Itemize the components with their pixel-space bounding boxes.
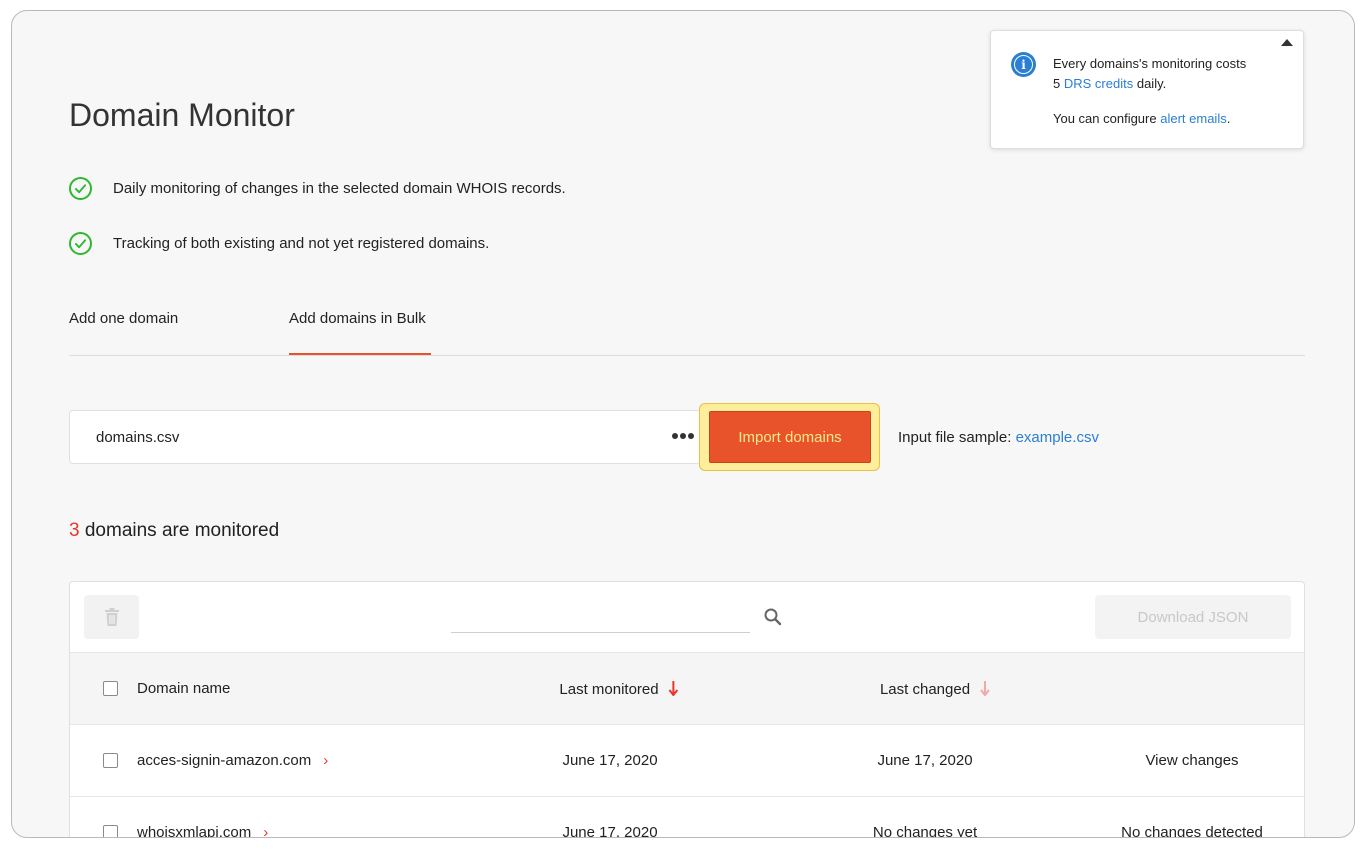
table-toolbar: Download JSON bbox=[70, 582, 1304, 653]
input-file-sample: Input file sample: example.csv bbox=[898, 429, 1099, 446]
file-name: domains.csv bbox=[96, 429, 180, 446]
feature-text: Tracking of both existing and not yet re… bbox=[113, 234, 490, 252]
file-picker[interactable]: domains.csv bbox=[69, 410, 701, 464]
sample-link[interactable]: example.csv bbox=[1016, 429, 1099, 446]
chevron-right-icon[interactable]: › bbox=[263, 824, 268, 837]
view-changes-link[interactable]: View changes bbox=[1145, 752, 1238, 769]
info-icon: i bbox=[1011, 52, 1036, 77]
sort-down-arrow-icon[interactable] bbox=[668, 680, 679, 696]
search-icon[interactable] bbox=[764, 608, 782, 626]
last-changed-cell: June 17, 2020 bbox=[877, 752, 973, 769]
table-row: whoisxmlapi.com › June 17, 2020 No change… bbox=[70, 797, 1304, 838]
header-last-changed[interactable]: Last changed bbox=[880, 680, 990, 698]
import-domains-button[interactable]: Import domains bbox=[709, 411, 871, 463]
popup-line-2: 5 DRS credits daily. bbox=[1053, 76, 1166, 91]
feature-text: Daily monitoring of changes in the selec… bbox=[113, 179, 566, 197]
credits-suffix: daily. bbox=[1136, 76, 1167, 91]
collapse-caret-icon[interactable] bbox=[1281, 39, 1293, 46]
tab-bar: Add one domain Add domains in Bulk bbox=[69, 309, 1305, 356]
domains-table: Download JSON Domain name Last monitored… bbox=[69, 581, 1305, 838]
check-circle-icon bbox=[69, 176, 92, 200]
credits-count: 5 bbox=[1053, 76, 1061, 91]
drs-credits-link[interactable]: DRS credits bbox=[1064, 76, 1133, 91]
download-json-button[interactable]: Download JSON bbox=[1095, 595, 1291, 639]
row-checkbox[interactable] bbox=[103, 753, 118, 768]
no-changes-text: No changes detected bbox=[1121, 824, 1263, 838]
info-popup: i Every domains's monitoring costs 5 DRS… bbox=[990, 30, 1304, 149]
import-highlight: Import domains bbox=[699, 403, 880, 471]
check-circle-icon bbox=[69, 231, 92, 255]
configure-text: You can configure bbox=[1053, 111, 1157, 126]
domain-name: acces-signin-amazon.com bbox=[137, 752, 312, 769]
feature-item: Daily monitoring of changes in the selec… bbox=[69, 176, 566, 200]
table-row: acces-signin-amazon.com › June 17, 2020 J… bbox=[70, 725, 1304, 797]
header-last-monitored-label: Last monitored bbox=[559, 681, 659, 698]
alert-emails-link[interactable]: alert emails bbox=[1160, 111, 1226, 126]
monitored-count: 3 domains are monitored bbox=[69, 520, 279, 542]
domain-name: whoisxmlapi.com bbox=[137, 824, 252, 838]
table-header: Domain name Last monitored Last changed bbox=[70, 653, 1304, 725]
popup-line-3: You can configure alert emails. bbox=[1053, 111, 1230, 126]
tab-add-one-domain[interactable]: Add one domain bbox=[69, 309, 178, 355]
monitored-text: domains are monitored bbox=[84, 520, 280, 541]
sort-down-arrow-icon[interactable] bbox=[980, 680, 990, 696]
header-last-monitored[interactable]: Last monitored bbox=[559, 680, 679, 698]
row-checkbox[interactable] bbox=[103, 825, 118, 837]
domain-cell[interactable]: whoisxmlapi.com › bbox=[137, 824, 268, 838]
last-monitored-cell: June 17, 2020 bbox=[562, 752, 658, 769]
monitored-number: 3 bbox=[69, 520, 80, 541]
more-dots-icon[interactable] bbox=[672, 433, 694, 439]
tab-add-domains-bulk[interactable]: Add domains in Bulk bbox=[289, 309, 431, 355]
delete-button[interactable] bbox=[84, 595, 139, 639]
sample-label: Input file sample: bbox=[898, 429, 1012, 446]
app-frame: Domain Monitor Daily monitoring of chang… bbox=[11, 10, 1355, 838]
select-all-checkbox[interactable] bbox=[103, 681, 118, 696]
search-input[interactable] bbox=[451, 606, 750, 632]
last-monitored-cell: June 17, 2020 bbox=[562, 824, 658, 838]
trash-icon bbox=[104, 608, 119, 626]
search-underline bbox=[451, 632, 750, 633]
domain-cell[interactable]: acces-signin-amazon.com › bbox=[137, 752, 328, 769]
feature-item: Tracking of both existing and not yet re… bbox=[69, 231, 489, 255]
chevron-right-icon[interactable]: › bbox=[323, 752, 328, 769]
header-last-changed-label: Last changed bbox=[879, 681, 971, 698]
last-changed-cell: No changes yet bbox=[872, 824, 978, 838]
page-title: Domain Monitor bbox=[69, 97, 295, 133]
popup-line-1: Every domains's monitoring costs bbox=[1053, 56, 1247, 71]
period-text: . bbox=[1226, 111, 1231, 126]
header-domain-name: Domain name bbox=[137, 680, 231, 697]
